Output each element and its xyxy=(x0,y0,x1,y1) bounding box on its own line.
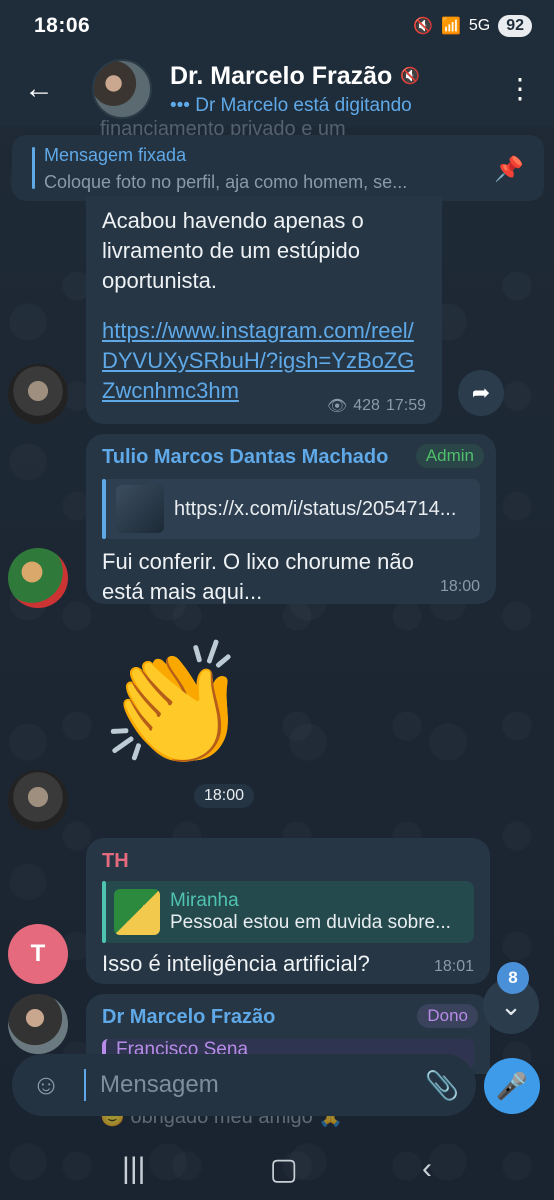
status-bar: 18:06 🔇 📶 5G 92 xyxy=(0,0,554,52)
network-label: 5G xyxy=(468,17,491,34)
unread-count-badge: 8 xyxy=(497,962,529,994)
message-time: 18:01 xyxy=(433,958,474,975)
message-text: Fui conferir. O lixo chorume não está ma… xyxy=(102,549,414,604)
system-nav-bar: ||| ▢ ‹ xyxy=(0,1138,554,1200)
avatar[interactable]: T xyxy=(8,924,68,984)
message-time: 18:00 xyxy=(194,784,255,808)
owner-badge: Dono xyxy=(417,1004,478,1028)
share-icon[interactable]: ➦ xyxy=(458,370,504,416)
muted-icon: 🔇 xyxy=(400,68,421,85)
pinned-message-bar[interactable]: Mensagem fixada Coloque foto no perfil, … xyxy=(12,135,544,201)
sender-name[interactable]: TH xyxy=(102,850,474,873)
chat-avatar[interactable] xyxy=(92,59,152,119)
preview-url: https://x.com/i/status/2054714... xyxy=(174,497,457,520)
message-composer: ☺ 📎 xyxy=(12,1054,476,1116)
chat-title: Dr. Marcelo Frazão xyxy=(170,61,393,90)
back-nav-icon[interactable]: ‹ xyxy=(422,1152,432,1186)
status-icons: 🔇 📶 5G 92 xyxy=(413,15,532,37)
link-preview[interactable]: https://x.com/i/status/2054714... xyxy=(102,479,480,539)
reply-text: Pessoal estou em duvida sobre... xyxy=(170,912,451,933)
message-bubble[interactable]: Tulio Marcos Dantas Machado Admin https:… xyxy=(86,434,496,604)
pinned-list-icon[interactable]: 📌 xyxy=(494,155,524,184)
avatar[interactable] xyxy=(8,548,68,608)
message-time: 18:00 xyxy=(439,578,480,595)
admin-badge: Admin xyxy=(415,444,484,468)
message-link[interactable]: https://www.instagram.com/reel/DYVUXySRb… xyxy=(102,316,426,406)
reply-thumbnail xyxy=(114,889,160,935)
chat-header: ← Dr. Marcelo Frazão 🔇 ••• Dr Marcelo es… xyxy=(0,52,554,126)
clapping-hands-sticker[interactable]: 👏 xyxy=(100,630,250,780)
more-options-icon[interactable]: ⋮ xyxy=(500,75,540,103)
battery-indicator: 92 xyxy=(498,15,532,37)
message-text: Acabou havendo apenas o livramento de um… xyxy=(102,208,364,293)
pinned-title: Mensagem fixada xyxy=(44,145,187,165)
message-bubble[interactable]: Acabou havendo apenas o livramento de um… xyxy=(86,196,442,424)
avatar[interactable] xyxy=(8,364,68,424)
reply-sender: Miranha xyxy=(170,890,239,911)
attach-icon[interactable]: 📎 xyxy=(422,1069,462,1102)
microphone-icon[interactable]: 🎤 xyxy=(484,1058,540,1114)
mute-status-icon: 🔇 xyxy=(413,18,433,35)
preview-thumbnail xyxy=(116,485,164,533)
status-time: 18:06 xyxy=(34,14,91,37)
message-input[interactable] xyxy=(84,1069,422,1101)
message-meta: 18:01 xyxy=(434,958,474,976)
reply-quote[interactable]: Miranha Pessoal estou em duvida sobre... xyxy=(102,881,474,943)
typing-status: ••• Dr Marcelo está digitando xyxy=(170,94,412,116)
pinned-text: Coloque foto no perfil, aja como homem, … xyxy=(44,172,408,192)
message-time: 17:59 xyxy=(385,397,426,414)
recent-apps-icon[interactable]: ||| xyxy=(122,1152,145,1186)
views-icon: 👁 xyxy=(326,398,348,415)
chat-title-block[interactable]: Dr. Marcelo Frazão 🔇 ••• Dr Marcelo está… xyxy=(170,62,500,117)
avatar[interactable] xyxy=(8,770,68,830)
wifi-icon: 📶 xyxy=(440,18,461,35)
avatar[interactable] xyxy=(8,994,68,1054)
message-meta: 👁 428 17:59 xyxy=(327,396,426,416)
message-meta: 18:00 xyxy=(440,578,480,596)
message-text: Isso é inteligência artificial? xyxy=(102,951,370,976)
home-icon[interactable]: ▢ xyxy=(270,1152,298,1187)
emoji-icon[interactable]: ☺ xyxy=(26,1065,66,1105)
message-bubble[interactable]: TH Miranha Pessoal estou em duvida sobre… xyxy=(86,838,490,984)
view-count: 428 xyxy=(353,397,380,414)
back-arrow-icon[interactable]: ← xyxy=(8,58,70,120)
